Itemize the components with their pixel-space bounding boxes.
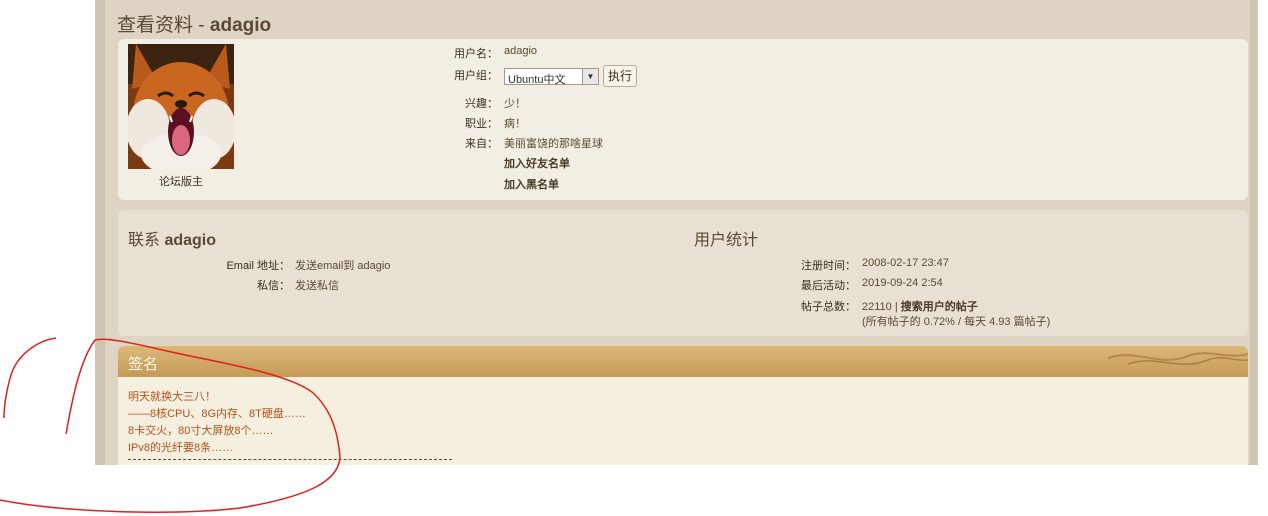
signature-line: ——8核CPU、8G内存、8T硬盘…… <box>128 408 306 420</box>
location-value: 美丽富饶的那啥星球 <box>504 138 603 150</box>
username-label: 用户名： <box>454 48 498 60</box>
interests-label: 兴趣： <box>465 98 498 110</box>
joined-value: 2008-02-17 23:47 <box>862 257 949 269</box>
signature-header: 签名 <box>118 346 1248 377</box>
signature-heading: 签名 <box>128 356 159 373</box>
page-title-prefix: 查看资料 - <box>117 15 210 36</box>
add-friend-link[interactable]: 加入好友名单 <box>504 155 570 171</box>
posts-label: 帖子总数： <box>801 301 856 313</box>
contact-stats-panel: 联系 adagio Email 地址： 发送email到 adagio 私信： … <box>118 210 1248 336</box>
posts-detail: (所有帖子的 0.72% / 每天 4.93 篇帖子) <box>862 316 1051 328</box>
profile-panel: 论坛版主 用户名： adagio 用户组： Ubuntu中文 ▼ 执行 兴趣： … <box>118 39 1248 200</box>
posts-value: 22110 | 搜索用户的帖子 <box>862 298 978 314</box>
frame-left-edge <box>95 0 105 465</box>
pm-link[interactable]: 发送私信 <box>295 277 339 293</box>
avatar <box>128 44 234 169</box>
signature-line: IPv8的光纤要8条…… <box>128 442 234 454</box>
signature-line: 明天就换大三八！ <box>128 391 216 403</box>
posts-separator: | <box>891 301 901 313</box>
occupation-value: 病！ <box>504 118 526 130</box>
contact-heading-prefix: 联系 <box>128 232 165 249</box>
stats-heading: 用户统计 <box>694 232 759 249</box>
location-label: 来自： <box>465 138 498 150</box>
decorative-swirl-icon <box>1108 352 1248 366</box>
joined-label: 注册时间： <box>801 260 856 272</box>
email-label: Email 地址： <box>226 260 290 272</box>
signature-line: 8卡交火，80寸大屏放8个…… <box>128 425 274 437</box>
user-rank: 论坛版主 <box>159 176 203 188</box>
interests-value: 少！ <box>504 98 526 110</box>
add-foe-link[interactable]: 加入黑名单 <box>504 176 559 192</box>
signature-divider <box>128 459 452 460</box>
username-value: adagio <box>504 45 538 57</box>
contact-heading-user: adagio <box>164 232 217 249</box>
email-link[interactable]: 发送email到 adagio <box>295 257 390 273</box>
contact-heading: 联系 adagio <box>128 226 216 250</box>
usergroup-label: 用户组： <box>454 70 498 82</box>
chevron-down-icon[interactable]: ▼ <box>582 69 598 84</box>
signature-panel: 签名 明天就换大三八！ ——8核CPU、8G内存、8T硬盘…… 8卡交火，80寸… <box>118 346 1248 465</box>
last-active-value: 2019-09-24 2:54 <box>862 277 943 289</box>
page-title: 查看资料 - adagio <box>117 10 271 37</box>
frame-right-edge <box>1250 0 1258 465</box>
usergroup-select[interactable]: Ubuntu中文 ▼ <box>504 68 599 86</box>
page-title-username: adagio <box>209 15 272 36</box>
go-button[interactable]: 执行 <box>603 65 637 87</box>
profile-page-frame: 查看资料 - adagio 论坛版主 用户名： adagio 用户组： Ubun… <box>95 0 1258 465</box>
pm-label: 私信： <box>257 280 290 292</box>
search-posts-link[interactable]: 搜索用户的帖子 <box>901 301 978 313</box>
usergroup-selected-value: Ubuntu中文 <box>508 74 566 86</box>
last-active-label: 最后活动： <box>801 280 856 292</box>
posts-count: 22110 <box>862 301 892 313</box>
occupation-label: 职业： <box>465 118 498 130</box>
fox-avatar-image <box>128 44 234 169</box>
